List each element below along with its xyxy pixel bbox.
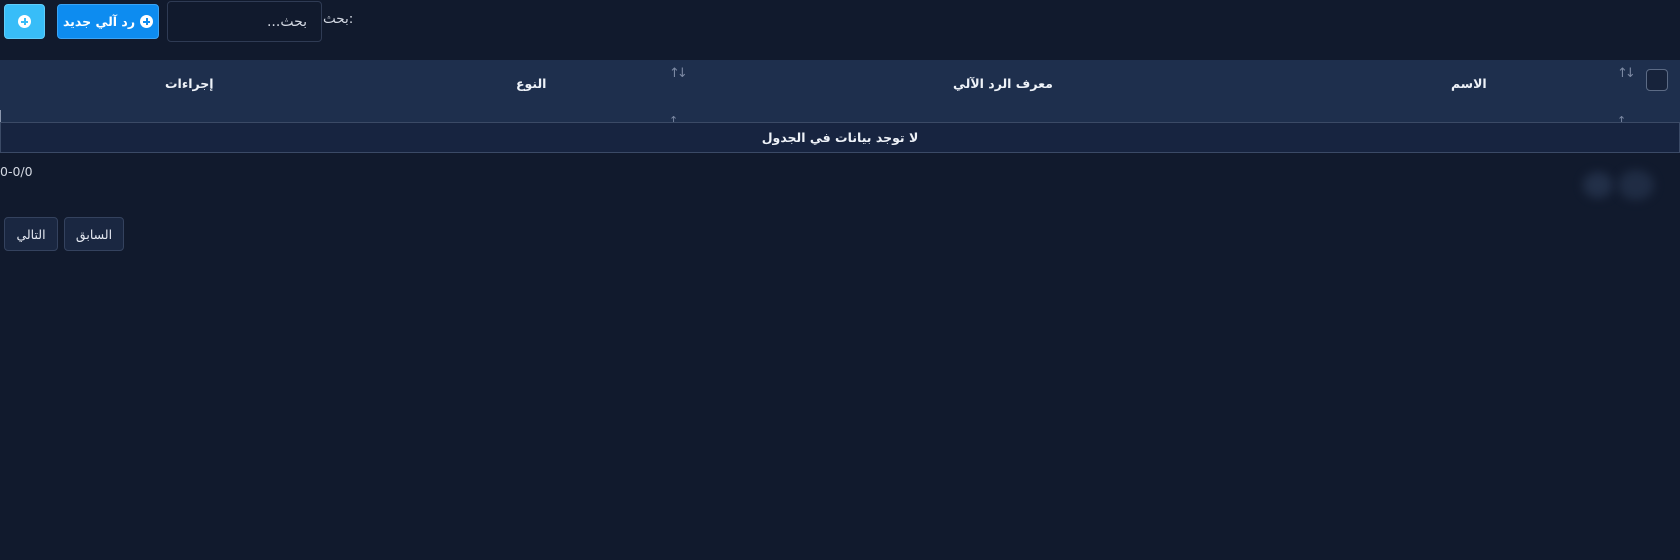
toolbar: رد آلي جديد بحث: [0,0,1680,44]
new-autoreply-label: رد آلي جديد [62,14,136,29]
column-header-autoreply-id[interactable]: معرف الرد الآلي [953,76,1053,91]
sort-icon[interactable]: ↑↓ [669,66,688,81]
select-all-checkbox[interactable] [1646,69,1668,91]
empty-table-message: لا توجد بيانات في الجدول [761,130,919,145]
add-icon-button[interactable] [4,4,45,39]
record-count: 0-0/0 [0,164,33,179]
blurred-decoration [1618,170,1654,200]
table-header: ↑↓ الاسم معرف الرد الآلي ↑↓ النوع إجراءا… [0,60,1680,122]
blurred-decoration [1583,172,1613,198]
next-page-button[interactable]: التالي [4,217,58,251]
column-divider [0,110,1,122]
plus-circle-icon [18,15,31,28]
search-input[interactable] [167,1,322,42]
column-header-actions: إجراءات [165,76,214,91]
new-autoreply-button[interactable]: رد آلي جديد [57,4,159,39]
column-header-name[interactable]: الاسم [1451,76,1487,91]
search-label: بحث: [323,11,354,27]
plus-circle-icon [140,15,154,28]
column-header-type[interactable]: النوع [516,76,546,91]
empty-table-row: لا توجد بيانات في الجدول [0,122,1680,153]
sort-icon[interactable]: ↑↓ [1617,66,1636,81]
previous-page-button[interactable]: السابق [64,217,124,251]
